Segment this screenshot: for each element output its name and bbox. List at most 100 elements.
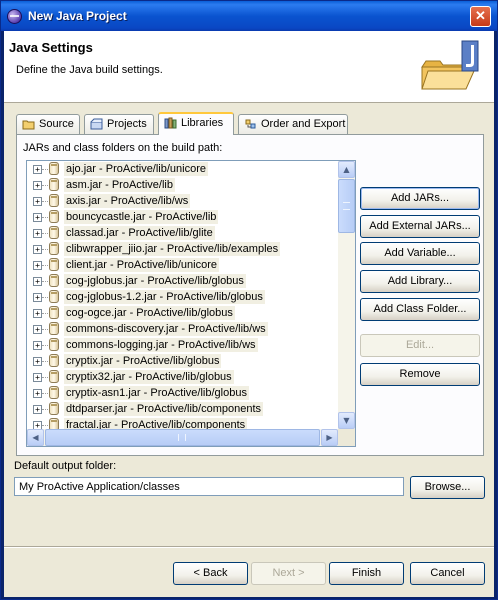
- tree-item-jar[interactable]: + cog-jglobus.jar - ProActive/lib/globus: [27, 273, 338, 289]
- build-path-tree[interactable]: + ajo.jar - ProActive/lib/unicore + asm.jar…: [26, 160, 356, 447]
- vertical-scroll-thumb[interactable]: [338, 179, 355, 233]
- tree-connector: [42, 297, 48, 298]
- scroll-down-button[interactable]: ▼: [338, 412, 355, 429]
- title-bar[interactable]: New Java Project ✕: [1, 1, 497, 31]
- source-folder-icon: [22, 120, 35, 130]
- jar-icon: [49, 178, 59, 191]
- horizontal-scroll-thumb[interactable]: [45, 429, 320, 446]
- tree-item-label: bouncycastle.jar - ProActive/lib: [64, 210, 219, 224]
- tab-projects[interactable]: Projects: [84, 114, 154, 134]
- tab-source-label: Source: [39, 118, 74, 130]
- tree-item-jar[interactable]: + ajo.jar - ProActive/lib/unicore: [27, 161, 338, 177]
- tree-item-jar[interactable]: + clibwrapper_jiio.jar - ProActive/lib/ex…: [27, 241, 338, 257]
- tree-item-label: clibwrapper_jiio.jar - ProActive/lib/exa…: [64, 242, 281, 256]
- jar-icon: [49, 210, 59, 223]
- vertical-scrollbar[interactable]: ▲ ▼: [338, 161, 355, 429]
- expand-icon[interactable]: +: [33, 245, 42, 254]
- tree-item-jar[interactable]: + axis.jar - ProActive/lib/ws: [27, 193, 338, 209]
- tree-item-jar[interactable]: + asm.jar - ProActive/lib: [27, 177, 338, 193]
- expand-icon[interactable]: +: [33, 165, 42, 174]
- tree-item-label: commons-logging.jar - ProActive/lib/ws: [64, 338, 258, 352]
- expand-icon[interactable]: +: [33, 213, 42, 222]
- tree-connector: [42, 217, 48, 218]
- tab-libraries[interactable]: Libraries: [158, 112, 234, 135]
- expand-icon[interactable]: +: [33, 197, 42, 206]
- jar-icon: [49, 258, 59, 271]
- tree-item-label: cog-jglobus-1.2.jar - ProActive/lib/glob…: [64, 290, 265, 304]
- tree-item-jar[interactable]: + cryptix32.jar - ProActive/lib/globus: [27, 369, 338, 385]
- remove-button[interactable]: Remove: [360, 363, 480, 386]
- tree-connector: [42, 265, 48, 266]
- output-folder-label: Default output folder:: [14, 460, 117, 472]
- expand-icon[interactable]: +: [33, 229, 42, 238]
- tab-order-export-label: Order and Export: [261, 118, 346, 130]
- tab-source[interactable]: Source: [16, 114, 80, 134]
- tree-connector: [42, 233, 48, 234]
- tree-item-jar[interactable]: + cryptix.jar - ProActive/lib/globus: [27, 353, 338, 369]
- tree-item-jar[interactable]: + cog-jglobus-1.2.jar - ProActive/lib/glo…: [27, 289, 338, 305]
- expand-icon[interactable]: +: [33, 309, 42, 318]
- output-folder-input[interactable]: [14, 477, 404, 496]
- thumb-grip: [178, 434, 186, 441]
- jar-icon: [49, 226, 59, 239]
- tree-connector: [42, 361, 48, 362]
- tree-item-jar[interactable]: + commons-logging.jar - ProActive/lib/ws: [27, 337, 338, 353]
- close-button[interactable]: ✕: [470, 6, 491, 27]
- add-library-button[interactable]: Add Library...: [360, 270, 480, 293]
- tree-item-jar[interactable]: + fractal.jar - ProActive/lib/components: [27, 417, 338, 429]
- tree-item-jar[interactable]: + client.jar - ProActive/lib/unicore: [27, 257, 338, 273]
- add-variable-button[interactable]: Add Variable...: [360, 242, 480, 265]
- tree-item-jar[interactable]: + dtdparser.jar - ProActive/lib/component…: [27, 401, 338, 417]
- tree-connector: [42, 249, 48, 250]
- add-class-folder-button[interactable]: Add Class Folder...: [360, 298, 480, 321]
- expand-icon[interactable]: +: [33, 181, 42, 190]
- horizontal-scrollbar[interactable]: ◀ ▶: [27, 429, 338, 446]
- expand-icon[interactable]: +: [33, 325, 42, 334]
- expand-icon[interactable]: +: [33, 421, 42, 429]
- cancel-button[interactable]: Cancel: [410, 562, 485, 585]
- browse-button[interactable]: Browse...: [410, 476, 485, 499]
- add-jars-button[interactable]: Add JARs...: [360, 187, 480, 210]
- build-path-label: JARs and class folders on the build path…: [23, 142, 223, 154]
- jar-icon: [49, 418, 59, 429]
- order-export-icon: [245, 119, 256, 129]
- tree-item-label: cryptix.jar - ProActive/lib/globus: [64, 354, 222, 368]
- tree-item-jar[interactable]: + commons-discovery.jar - ProActive/lib/w…: [27, 321, 338, 337]
- tab-projects-label: Projects: [107, 118, 147, 130]
- jar-icon: [49, 290, 59, 303]
- tree-item-jar[interactable]: + bouncycastle.jar - ProActive/lib: [27, 209, 338, 225]
- tree-connector: [42, 169, 48, 170]
- java-project-wizard-icon: [421, 40, 479, 90]
- expand-icon[interactable]: +: [33, 261, 42, 270]
- scroll-left-button[interactable]: ◀: [27, 429, 44, 446]
- expand-icon[interactable]: +: [33, 277, 42, 286]
- expand-icon[interactable]: +: [33, 357, 42, 366]
- tree-connector: [42, 393, 48, 394]
- tree-item-label: fractal.jar - ProActive/lib/components: [64, 418, 248, 429]
- tree-item-jar[interactable]: + classad.jar - ProActive/lib/glite: [27, 225, 338, 241]
- expand-icon[interactable]: +: [33, 389, 42, 398]
- finish-button[interactable]: Finish: [329, 562, 404, 585]
- scroll-up-button[interactable]: ▲: [338, 161, 355, 178]
- tree-connector: [42, 409, 48, 410]
- tree-item-label: commons-discovery.jar - ProActive/lib/ws: [64, 322, 268, 336]
- expand-icon[interactable]: +: [33, 405, 42, 414]
- expand-icon[interactable]: +: [33, 373, 42, 382]
- tree-item-label: asm.jar - ProActive/lib: [64, 178, 175, 192]
- next-button[interactable]: Next >: [251, 562, 326, 585]
- projects-icon: [90, 118, 103, 130]
- tree-connector: [42, 377, 48, 378]
- scroll-right-button[interactable]: ▶: [321, 429, 338, 446]
- add-external-jars-button[interactable]: Add External JARs...: [360, 215, 480, 238]
- tree-item-jar[interactable]: + cog-ogce.jar - ProActive/lib/globus: [27, 305, 338, 321]
- page-title: Java Settings: [9, 40, 93, 55]
- edit-button[interactable]: Edit...: [360, 334, 480, 357]
- tree-item-label: ajo.jar - ProActive/lib/unicore: [64, 162, 209, 176]
- back-button[interactable]: < Back: [173, 562, 248, 585]
- tab-order-and-export[interactable]: Order and Export: [238, 114, 348, 134]
- jar-icon: [49, 274, 59, 287]
- expand-icon[interactable]: +: [33, 341, 42, 350]
- jar-icon: [49, 194, 59, 207]
- expand-icon[interactable]: +: [33, 293, 42, 302]
- tree-item-jar[interactable]: + cryptix-asn1.jar - ProActive/lib/globus: [27, 385, 338, 401]
